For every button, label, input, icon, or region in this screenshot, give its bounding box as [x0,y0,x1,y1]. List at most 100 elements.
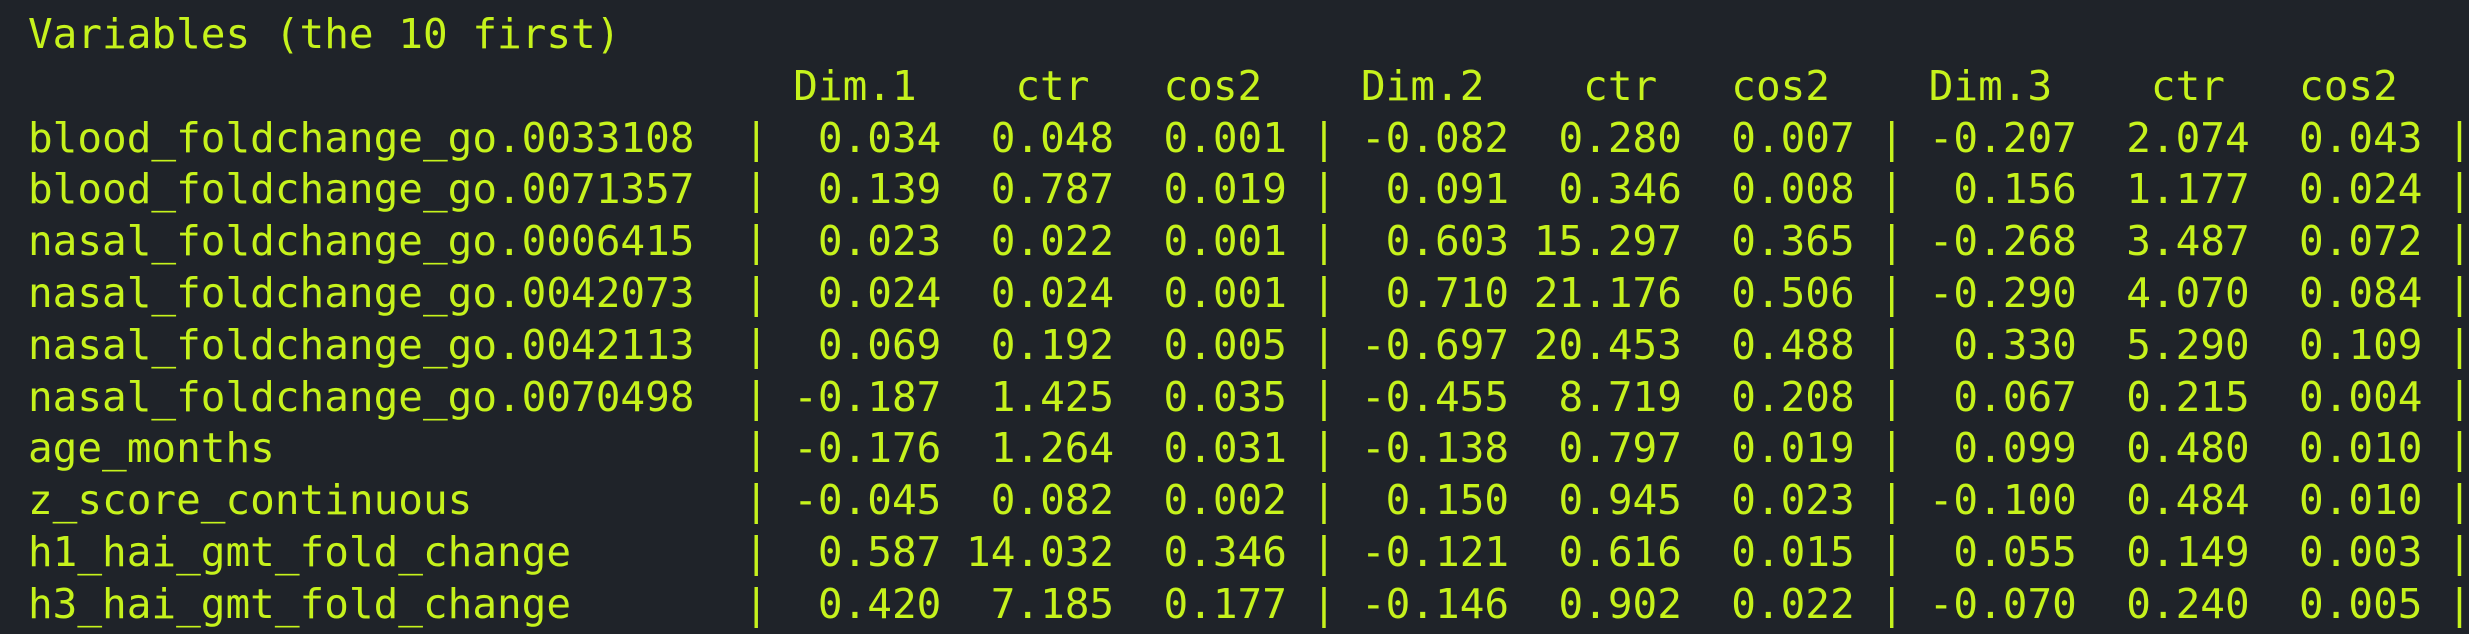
column-separator: | [1286,476,1337,525]
table-row: nasal_foldchange_go.0006415 | 0.023 0.02… [28,216,2469,268]
table-cell: -0.082 [1336,113,1510,162]
column-separator: | [1286,113,1337,162]
column-separator: | [1854,268,1905,317]
table-cell: 15.297 [1509,217,1682,266]
column-separator: | [1854,527,1905,576]
column-separator: | [1854,217,1905,266]
row-label: age_months [28,424,720,473]
column-separator: | [2422,527,2469,576]
table-cell: 0.330 [1904,320,2077,369]
table-row: age_months | -0.176 1.264 0.031 | -0.138… [28,423,2469,475]
column-header: Dim.3 [1830,61,2053,110]
table-cell: 0.420 [768,579,942,628]
row-label: h1_hai_gmt_fold_change [28,527,720,576]
table-cell: 0.091 [1336,165,1510,214]
table-cell: 0.488 [1681,320,1855,369]
table-cell: 0.022 [1681,579,1855,628]
table-cell: 0.003 [2249,527,2423,576]
table-cell: 4.070 [2076,268,2250,317]
table-cell: 1.264 [941,424,1115,473]
table-cell: -0.138 [1336,424,1510,473]
table-cell: 0.034 [768,113,942,162]
table-cell: 0.019 [1681,424,1855,473]
column-separator: | [719,372,769,421]
column-separator: | [1854,424,1905,473]
table-cell: 0.082 [941,476,1115,525]
table-cell: -0.045 [768,476,942,525]
table-cell: 0.156 [1904,165,2077,214]
column-header: ctr [2052,61,2225,110]
column-separator: | [719,217,769,266]
column-separator: | [1854,165,1905,214]
column-separator: | [2422,320,2469,369]
table-cell: 5.290 [2076,320,2250,369]
table-cell: -0.290 [1904,268,2077,317]
table-cell: 0.035 [1114,372,1287,421]
table-cell: 0.787 [941,165,1115,214]
table-cell: 0.010 [2249,476,2423,525]
table-cell: 14.032 [941,527,1115,576]
table-cell: 0.007 [1681,113,1855,162]
table-cell: 0.109 [2249,320,2423,369]
column-separator: | [2422,113,2469,162]
column-separator: | [719,424,769,473]
table-cell: 0.506 [1681,268,1855,317]
column-separator: | [2422,268,2469,317]
column-separator: | [1286,372,1337,421]
row-label: h3_hai_gmt_fold_change [28,579,720,628]
table-cell: 0.797 [1509,424,1682,473]
column-separator: | [1854,372,1905,421]
column-separator: | [719,268,769,317]
column-header: ctr [916,61,1090,110]
column-separator: | [1854,113,1905,162]
column-separator: | [2422,424,2469,473]
column-separator: | [2422,165,2469,214]
table-cell: 0.001 [1114,268,1287,317]
table-cell: 0.616 [1509,527,1682,576]
table-cell: 0.480 [2076,424,2250,473]
column-separator: | [1854,320,1905,369]
variables-table: blood_foldchange_go.0033108 | 0.034 0.04… [28,113,2469,631]
table-cell: 0.031 [1114,424,1287,473]
table-cell: 0.099 [1904,424,2077,473]
column-separator: | [2422,579,2469,628]
table-cell: 0.072 [2249,217,2423,266]
column-separator: | [2422,217,2469,266]
header-spacer [28,62,744,110]
table-cell: -0.070 [1904,579,2077,628]
table-cell: 0.019 [1114,165,1287,214]
table-cell: 0.024 [768,268,942,317]
row-label: z_score_continuous [28,476,720,525]
table-row: nasal_foldchange_go.0042073 | 0.024 0.02… [28,268,2469,320]
column-separator: | [719,165,769,214]
table-cell: 0.215 [2076,372,2250,421]
table-cell: 0.005 [1114,320,1287,369]
table-cell: 0.004 [2249,372,2423,421]
table-cell: 21.176 [1509,268,1682,317]
table-cell: 0.010 [2249,424,2423,473]
table-cell: 0.008 [1681,165,1855,214]
row-label: nasal_foldchange_go.0006415 [28,217,720,266]
table-cell: 0.084 [2249,268,2423,317]
table-cell: 2.074 [2076,113,2250,162]
column-separator: | [1286,424,1337,473]
table-cell: 0.150 [1336,476,1510,525]
table-cell: 0.208 [1681,372,1855,421]
table-cell: -0.187 [768,372,942,421]
table-cell: 0.149 [2076,527,2250,576]
table-cell: -0.100 [1904,476,2077,525]
table-row: blood_foldchange_go.0033108 | 0.034 0.04… [28,113,2469,165]
table-cell: -0.176 [768,424,942,473]
column-separator: | [719,113,769,162]
table-cell: 0.139 [768,165,942,214]
table-cell: 0.587 [768,527,942,576]
column-header-row: Dim.1 ctr cos2 Dim.2 ctr cos2 Dim.3 ctr … [28,61,2469,113]
table-cell: -0.455 [1336,372,1510,421]
table-cell: 0.069 [768,320,942,369]
table-cell: 0.055 [1904,527,2077,576]
table-cell: 0.005 [2249,579,2423,628]
table-cell: 0.192 [941,320,1115,369]
table-row: blood_foldchange_go.0071357 | 0.139 0.78… [28,164,2469,216]
terminal-output: Variables (the 10 first) Dim.1 ctr cos2 … [0,0,2469,634]
table-cell: 1.425 [941,372,1115,421]
